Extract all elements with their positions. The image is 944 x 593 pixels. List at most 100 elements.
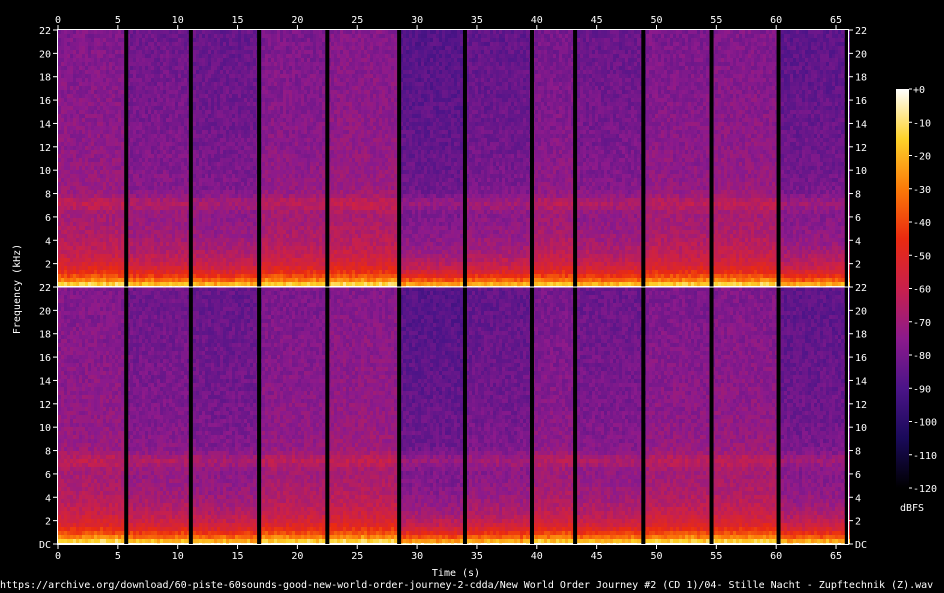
colorbar-tick-label: -30 [913, 185, 931, 196]
x-tick-bottom-label: 20 [291, 551, 303, 562]
silence-gap-11-ch1 [777, 30, 781, 287]
silence-gap-5-ch2 [397, 287, 401, 544]
silence-gap-3-ch1 [257, 30, 261, 287]
x-tick-top-label: 35 [471, 15, 483, 26]
silence-gap-1-ch1 [124, 30, 128, 287]
y-tick-right-label: 2 [855, 260, 861, 271]
y-tick-left-label: 8 [45, 447, 51, 458]
silence-gap-7-ch1 [530, 30, 534, 287]
y-tick-right-label: 10 [855, 423, 867, 434]
colorbar-tick-label: -100 [913, 418, 937, 429]
x-tick-top-label: 45 [591, 15, 603, 26]
colorbar [896, 89, 909, 488]
y-tick-left-label: 10 [39, 423, 51, 434]
y-tick-right-label: DC [855, 540, 867, 551]
silence-gap-2-ch2 [189, 287, 193, 544]
silence-gap-8-ch2 [573, 287, 577, 544]
y-tick-left-label: 14 [39, 119, 51, 130]
y-tick-right-label: 12 [855, 400, 867, 411]
y-tick-right-label: 4 [855, 493, 861, 504]
channel-1-spectrogram [58, 30, 850, 287]
y-tick-right-label: 20 [855, 49, 867, 60]
x-tick-bottom-label: 5 [115, 551, 121, 562]
y-tick-left-label: 14 [39, 376, 51, 387]
spectrogram-chart: 0055101015152020252530303535404045455050… [0, 0, 944, 593]
y-tick-left-label: 16 [39, 353, 51, 364]
channel-2-spectrogram [58, 287, 850, 544]
x-tick-top-label: 25 [351, 15, 363, 26]
source-file-path: https://archive.org/download/60-piste-60… [0, 578, 944, 593]
colorbar-tick-label: -40 [913, 218, 931, 229]
colorbar-tick-label: -90 [913, 384, 931, 395]
silence-gap-6-ch1 [463, 30, 467, 287]
y-tick-left-label: 20 [39, 49, 51, 60]
x-tick-top-label: 15 [232, 15, 244, 26]
y-tick-left-label: DC [39, 540, 51, 551]
silence-gap-5-ch1 [397, 30, 401, 287]
y-tick-right-label: 16 [855, 96, 867, 107]
x-tick-top-label: 10 [172, 15, 184, 26]
x-tick-bottom-label: 45 [591, 551, 603, 562]
silence-gap-9-ch1 [641, 30, 645, 287]
colorbar-tick-label: -10 [913, 118, 931, 129]
y-tick-right-label: 8 [855, 447, 861, 458]
x-tick-bottom-label: 15 [232, 551, 244, 562]
colorbar-tick-label: -50 [913, 251, 931, 262]
y-tick-left-label: 12 [39, 143, 51, 154]
silence-gap-3-ch2 [257, 287, 261, 544]
x-tick-bottom-label: 50 [650, 551, 662, 562]
y-tick-right-label: 20 [855, 306, 867, 317]
silence-gap-4-ch2 [325, 287, 329, 544]
colorbar-tick-label: -120 [913, 484, 937, 495]
x-tick-top-label: 30 [411, 15, 423, 26]
colorbar-unit-label: dBFS [900, 503, 924, 514]
x-tick-top-label: 20 [291, 15, 303, 26]
y-tick-left-label: 8 [45, 190, 51, 201]
silence-gap-4-ch1 [325, 30, 329, 287]
y-tick-left-label: 18 [39, 73, 51, 84]
y-tick-right-label: 22 [855, 26, 867, 37]
y-tick-left-label: 12 [39, 400, 51, 411]
x-tick-top-label: 50 [650, 15, 662, 26]
colorbar-tick-label: -110 [913, 451, 937, 462]
y-tick-right-label: 2 [855, 517, 861, 528]
x-tick-top-label: 65 [830, 15, 842, 26]
x-tick-bottom-label: 60 [770, 551, 782, 562]
y-tick-left-label: 2 [45, 260, 51, 271]
y-tick-right-label: 22 [855, 283, 867, 294]
x-tick-bottom-label: 10 [172, 551, 184, 562]
y-tick-left-label: 18 [39, 330, 51, 341]
colorbar-tick-label: +0 [913, 85, 925, 96]
colorbar-tick-label: -80 [913, 351, 931, 362]
colorbar-tick-label: -20 [913, 152, 931, 163]
y-tick-right-label: 14 [855, 119, 867, 130]
x-tick-bottom-label: 25 [351, 551, 363, 562]
x-tick-bottom-label: 65 [830, 551, 842, 562]
colorbar-tick-label: -60 [913, 285, 931, 296]
y-tick-right-label: 12 [855, 143, 867, 154]
silence-gap-2-ch1 [189, 30, 193, 287]
y-tick-right-label: 6 [855, 213, 861, 224]
y-tick-right-label: 14 [855, 376, 867, 387]
y-tick-left-label: 10 [39, 166, 51, 177]
x-tick-bottom-label: 40 [531, 551, 543, 562]
x-tick-bottom-label: 55 [710, 551, 722, 562]
y-tick-right-label: 6 [855, 470, 861, 481]
y-tick-right-label: 8 [855, 190, 861, 201]
y-tick-right-label: 4 [855, 236, 861, 247]
y-tick-left-label: 4 [45, 493, 51, 504]
y-tick-left-label: 22 [39, 283, 51, 294]
silence-gap-8-ch1 [573, 30, 577, 287]
silence-gap-11-ch2 [777, 287, 781, 544]
y-tick-left-label: 20 [39, 306, 51, 317]
x-tick-bottom-label: 0 [55, 551, 61, 562]
y-tick-right-label: 18 [855, 73, 867, 84]
silence-gap-10-ch2 [710, 287, 714, 544]
x-tick-top-label: 5 [115, 15, 121, 26]
colorbar-tick-label: -70 [913, 318, 931, 329]
x-tick-bottom-label: 35 [471, 551, 483, 562]
silence-gap-9-ch2 [641, 287, 645, 544]
y-tick-left-label: 16 [39, 96, 51, 107]
silence-gap-6-ch2 [463, 287, 467, 544]
y-tick-left-label: 6 [45, 470, 51, 481]
